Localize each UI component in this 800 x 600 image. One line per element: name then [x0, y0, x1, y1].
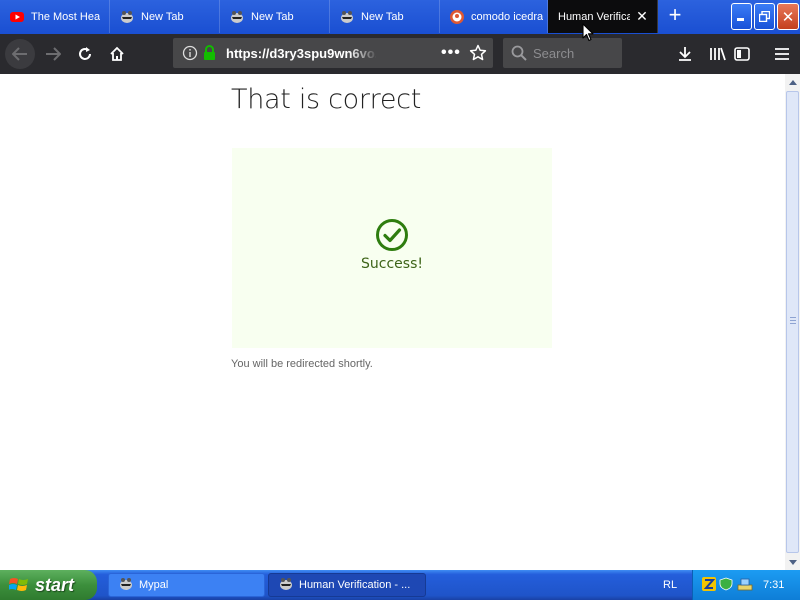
vertical-scrollbar[interactable] [785, 74, 800, 570]
new-tab-button[interactable]: + [662, 4, 688, 28]
hamburger-menu-icon [775, 48, 789, 60]
duckduckgo-icon [450, 9, 464, 24]
system-tray: 7:31 [692, 570, 800, 600]
tab-label: New Tab [251, 10, 294, 23]
tab-comodo[interactable]: comodo icedra [440, 0, 548, 33]
raccoon-icon [120, 10, 134, 24]
downloads-button[interactable] [670, 39, 700, 69]
url-fade [348, 42, 378, 64]
youtube-icon [10, 10, 24, 24]
close-window-button[interactable]: ✕ [777, 3, 799, 30]
raccoon-icon [279, 577, 293, 594]
scroll-up-button[interactable] [785, 74, 800, 90]
bookmark-star-icon[interactable] [469, 44, 487, 67]
reload-button[interactable] [70, 39, 100, 69]
tab-human-verification[interactable]: Human Verifica ✕ [548, 0, 658, 33]
home-button[interactable] [102, 39, 132, 69]
page-actions-icon[interactable]: ••• [441, 44, 461, 62]
forward-button[interactable] [38, 39, 68, 69]
search-icon [511, 45, 527, 66]
scroll-down-button[interactable] [785, 554, 800, 570]
success-check-icon [376, 219, 408, 251]
tab-new-tab-1[interactable]: New Tab [110, 0, 220, 33]
raccoon-icon [119, 577, 133, 594]
clock[interactable]: 7:31 [763, 579, 784, 591]
mouse-cursor-icon [582, 23, 594, 42]
close-tab-icon[interactable]: ✕ [635, 9, 649, 23]
sidebar-button[interactable] [727, 39, 757, 69]
scroll-thumb[interactable] [786, 91, 799, 553]
address-bar[interactable]: https://d3ry3spu9wn6vo.cloudf ••• [173, 38, 493, 68]
tab-youtube[interactable]: The Most Hea [0, 0, 110, 33]
tab-label: The Most Hea [31, 10, 101, 23]
taskbar-item-mypal[interactable]: Mypal [108, 573, 265, 597]
search-box[interactable] [503, 38, 622, 68]
start-label: start [35, 574, 75, 595]
tab-label: New Tab [141, 10, 184, 23]
minimize-button[interactable] [731, 3, 752, 30]
network-icon[interactable] [737, 577, 753, 591]
taskbar: start Mypal Human Verification - ... RL … [0, 570, 800, 600]
tab-strip: The Most Hea New Tab New Tab New Tab com… [0, 0, 800, 34]
tab-new-tab-2[interactable]: New Tab [220, 0, 330, 33]
restore-button[interactable] [754, 3, 775, 30]
tab-new-tab-3[interactable]: New Tab [330, 0, 440, 33]
language-indicator[interactable]: RL [663, 579, 677, 591]
home-icon [110, 46, 124, 61]
page-title: That is correct [231, 84, 421, 115]
tab-label: New Tab [361, 10, 404, 23]
windows-logo-icon [9, 578, 28, 591]
library-icon [710, 47, 726, 61]
sidebar-icon [734, 47, 750, 61]
scroll-grip [790, 317, 796, 325]
taskbar-item-label: Mypal [139, 579, 169, 591]
chevron-up-icon [788, 79, 797, 85]
tab-label: comodo icedra [471, 10, 544, 23]
forward-arrow-icon [46, 47, 61, 61]
reload-icon [79, 47, 91, 60]
redirect-message: You will be redirected shortly. [231, 358, 373, 370]
taskbar-item-label: Human Verification - ... [299, 579, 411, 591]
download-icon [679, 47, 691, 61]
shield-tray-icon[interactable] [719, 577, 733, 591]
lock-icon[interactable] [203, 45, 216, 66]
taskbar-item-human-verification[interactable]: Human Verification - ... [268, 573, 426, 597]
tab-label: Human Verifica [558, 10, 630, 23]
start-button[interactable]: start [0, 570, 97, 600]
raccoon-icon [230, 10, 244, 24]
chevron-down-icon [788, 559, 797, 565]
info-icon[interactable] [182, 45, 198, 66]
success-text: Success! [361, 256, 423, 272]
back-arrow-icon [12, 47, 27, 61]
search-input[interactable] [533, 45, 617, 61]
zonealarm-icon[interactable] [702, 577, 716, 591]
raccoon-icon [340, 10, 354, 24]
back-button[interactable] [5, 39, 35, 69]
menu-button[interactable] [767, 39, 797, 69]
success-panel: Success! [232, 148, 552, 348]
page-content: That is correct Success! You will be red… [0, 74, 785, 570]
